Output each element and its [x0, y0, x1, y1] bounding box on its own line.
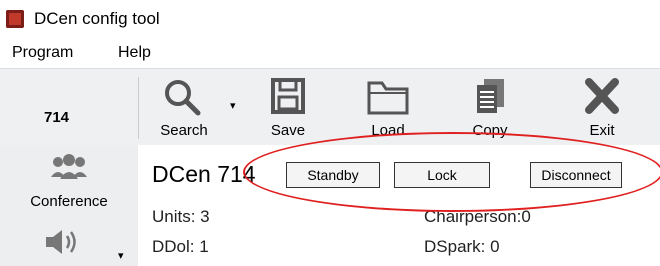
- load-button[interactable]: Load: [362, 73, 414, 139]
- save-label: Save: [270, 122, 306, 139]
- exit-label: Exit: [589, 122, 615, 139]
- folder-icon: [367, 81, 409, 115]
- conference-label: Conference: [30, 193, 108, 210]
- toolbar-divider: [138, 77, 139, 139]
- search-label: Search: [160, 122, 208, 139]
- chairperson-count: Chairperson:0: [424, 207, 531, 226]
- conference-icon: [51, 154, 87, 179]
- menu-program[interactable]: Program: [12, 44, 73, 62]
- lock-button[interactable]: Lock: [394, 162, 490, 188]
- load-label: Load: [371, 122, 405, 139]
- close-icon: [585, 78, 619, 114]
- ddol-count: DDol: 1: [152, 237, 209, 256]
- device-panel: DCen 714 Standby Lock Disconnect Units: …: [138, 145, 660, 266]
- search-button[interactable]: Search: [152, 73, 216, 139]
- standby-button[interactable]: Standby: [286, 162, 380, 188]
- search-dropdown-icon[interactable]: ▾: [230, 99, 236, 112]
- save-button[interactable]: Save: [268, 73, 308, 139]
- conference-nav-item[interactable]: Conference: [0, 145, 138, 217]
- device-id-label: 714: [44, 109, 70, 126]
- title-bar: DCen config tool: [0, 0, 660, 39]
- menu-help[interactable]: Help: [118, 44, 151, 62]
- speaker-dropdown-icon[interactable]: ▾: [118, 249, 124, 262]
- device-title: DCen 714: [152, 161, 256, 187]
- save-icon: [271, 78, 305, 114]
- app-icon: [6, 10, 24, 28]
- copy-label: Copy: [472, 122, 508, 139]
- units-count: Units: 3: [152, 207, 210, 226]
- copy-button[interactable]: Copy: [466, 73, 514, 139]
- copy-icon: [477, 79, 504, 113]
- sidebar: Conference ▾: [0, 145, 138, 266]
- menu-bar: Program Help: [0, 38, 660, 68]
- search-icon: [165, 80, 201, 116]
- dspark-count: DSpark: 0: [424, 237, 500, 256]
- speaker-icon[interactable]: [44, 227, 84, 257]
- window-title: DCen config tool: [34, 9, 160, 28]
- toolbar: 714 Search ▾ Save Load Copy Exit: [0, 68, 660, 146]
- disconnect-button[interactable]: Disconnect: [530, 162, 622, 188]
- exit-button[interactable]: Exit: [582, 73, 622, 139]
